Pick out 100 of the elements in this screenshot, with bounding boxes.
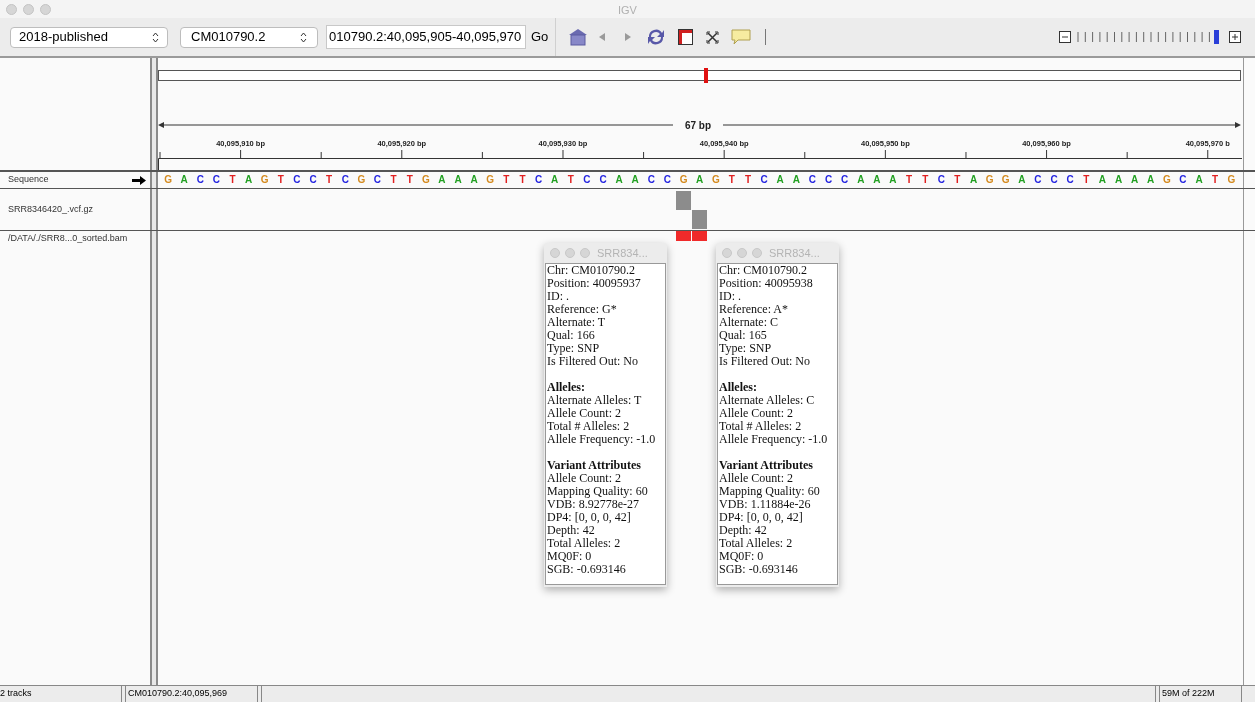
base-letter: A (1017, 175, 1027, 185)
chromosome-dropdown[interactable]: CM010790.2 (180, 26, 318, 48)
attribute-line: Alternate: C (719, 316, 779, 329)
forward-icon[interactable] (624, 32, 633, 42)
base-letter: A (453, 175, 463, 185)
coverage-bar[interactable] (675, 231, 691, 241)
speech-bubble-icon[interactable] (731, 29, 752, 45)
base-letter: G (259, 175, 270, 185)
attribute-line: Is Filtered Out: No (547, 355, 639, 368)
base-letter: A (630, 175, 640, 185)
attribute-line: Allele Count: 2 (547, 407, 622, 420)
go-button[interactable]: Go (530, 25, 550, 49)
attribute-line: Position: 40095937 (547, 277, 642, 290)
base-letter: A (775, 175, 785, 185)
refresh-icon[interactable] (646, 27, 667, 47)
base-letter: T (228, 175, 237, 185)
base-letter: C (1065, 175, 1075, 185)
home-icon[interactable] (568, 28, 589, 46)
section-heading: Alleles: (719, 381, 758, 394)
panel-splitter[interactable] (150, 231, 158, 685)
base-letter: A (244, 175, 254, 185)
base-letter: A (469, 175, 479, 185)
base-letter: A (856, 175, 866, 185)
base-letter: G (356, 175, 367, 185)
genome-dropdown[interactable]: 2018-published (10, 26, 168, 48)
chromosome-ideogram[interactable] (158, 68, 1241, 83)
base-letter: G (163, 175, 173, 185)
attribute-line: Mapping Quality: 60 (547, 485, 649, 498)
zoom-in-icon[interactable] (1229, 31, 1241, 43)
popup-title: SRR834... (769, 245, 820, 261)
base-letter: T (566, 175, 575, 185)
attribute-line: MQ0F: 0 (547, 550, 593, 563)
back-icon[interactable] (598, 32, 607, 42)
track-name: SRR8346420_.vcf.gz (8, 202, 94, 216)
base-letter: A (872, 175, 882, 185)
attribute-line: DP4: [0, 0, 0, 42] (719, 511, 804, 524)
base-letter: G (984, 175, 995, 185)
attribute-line: Type: SNP (719, 342, 773, 355)
status-position: CM010790.2:40,095,969 (125, 686, 258, 702)
base-letter: A (695, 175, 705, 185)
attribute-line: VDB: 8.92778e-27 (547, 498, 640, 511)
zoom-out-icon[interactable] (1059, 31, 1071, 43)
variant-block[interactable] (675, 191, 691, 210)
base-letter: C (340, 175, 350, 185)
attribute-line: Alternate: T (547, 316, 607, 329)
attribute-line: Total # Alleles: 2 (719, 420, 803, 433)
base-letter: A (1130, 175, 1140, 185)
popup-title: SRR834... (597, 245, 648, 261)
base-letter: T (502, 175, 511, 185)
attribute-line: Allele Frequency: -1.0 (547, 433, 657, 446)
base-letter: T (1082, 175, 1091, 185)
attribute-line: Allele Count: 2 (547, 472, 622, 485)
attribute-line: Total # Alleles: 2 (547, 420, 631, 433)
track-name: /DATA/./SRR8...0_sorted.bam (8, 232, 129, 245)
base-letter: C (308, 175, 318, 185)
base-letter: T (905, 175, 914, 185)
attribute-line: Total Alleles: 2 (719, 537, 794, 550)
base-letter: T (727, 175, 736, 185)
right-arrow-icon[interactable] (132, 175, 146, 185)
base-letter: A (888, 175, 898, 185)
crosshair-icon[interactable] (706, 30, 720, 44)
base-letter: G (678, 175, 689, 185)
attribute-line: ID: . (719, 290, 742, 303)
base-letter: T (743, 175, 753, 185)
zoom-slider-thumb[interactable] (1214, 30, 1220, 44)
attribute-line: Qual: 165 (719, 329, 768, 342)
base-letter: T (953, 175, 962, 185)
base-letter: A (1097, 175, 1107, 185)
attribute-line: VDB: 1.11884e-26 (719, 498, 812, 511)
base-letter: C (211, 175, 221, 185)
attribute-line: Allele Frequency: -1.0 (719, 433, 829, 446)
base-letter: A (614, 175, 624, 185)
section-heading: Alleles: (547, 381, 586, 394)
base-letter: A (968, 175, 979, 185)
base-letter: C (823, 175, 834, 185)
attribute-line: SGB: -0.693146 (719, 563, 799, 576)
locus-field[interactable]: 010790.2:40,095,905-40,095,970 (326, 25, 526, 49)
base-letter: G (1161, 175, 1172, 185)
base-letter: C (292, 175, 302, 185)
attribute-line: Alternate Alleles: T (547, 394, 643, 407)
attribute-line: Position: 40095938 (719, 277, 814, 290)
track-name: Sequence (8, 173, 49, 187)
base-letter: T (518, 175, 527, 185)
attribute-line: Chr: CM010790.2 (719, 264, 808, 277)
base-letter: C (662, 175, 673, 185)
attribute-line: Allele Count: 2 (719, 472, 794, 485)
attribute-line: Alternate Alleles: C (719, 394, 816, 407)
variant-block[interactable] (691, 210, 708, 229)
base-letter: C (195, 175, 205, 185)
attribute-line: Depth: 42 (547, 524, 596, 537)
ruler-panel-icon[interactable] (678, 29, 694, 45)
base-letter: T (276, 175, 285, 185)
coverage-bar[interactable] (691, 231, 708, 241)
base-letter: C (598, 175, 608, 185)
base-letter: C (1049, 175, 1059, 185)
status-memory: 59M of 222M (1159, 686, 1242, 702)
panel-splitter[interactable] (150, 58, 158, 170)
window-title: IGV (618, 3, 637, 18)
base-letter: T (405, 175, 414, 185)
attribute-line: ID: . (547, 290, 570, 303)
